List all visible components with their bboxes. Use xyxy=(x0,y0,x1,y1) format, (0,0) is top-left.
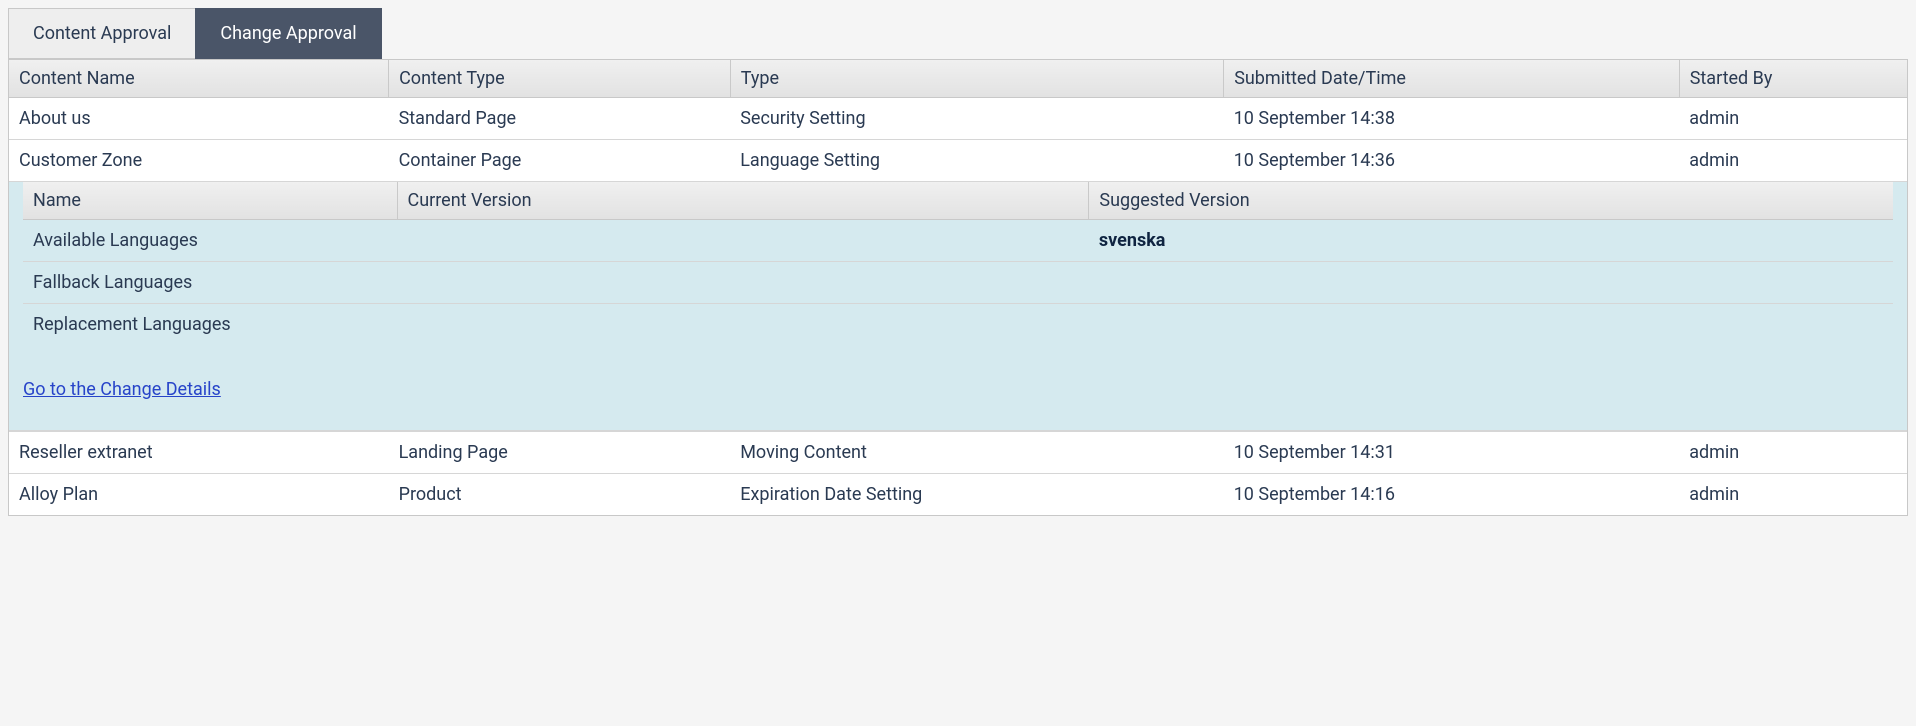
cell-content-type: Standard Page xyxy=(389,98,731,140)
detail-panel: Name Current Version Suggested Version A… xyxy=(9,182,1907,431)
detail-item-name: Replacement Languages xyxy=(23,304,397,352)
cell-content-type: Container Page xyxy=(389,140,731,182)
table-header-row: Content Name Content Type Type Submitted… xyxy=(9,60,1907,98)
detail-header-suggested: Suggested Version xyxy=(1089,182,1893,220)
cell-started-by: admin xyxy=(1679,98,1907,140)
header-type[interactable]: Type xyxy=(730,60,1223,98)
detail-header-name: Name xyxy=(23,182,397,220)
table-row[interactable]: Reseller extranet Landing Page Moving Co… xyxy=(9,432,1907,474)
suggested-value: svenska xyxy=(1099,230,1166,251)
table-row[interactable]: About us Standard Page Security Setting … xyxy=(9,98,1907,140)
detail-row: Name Current Version Suggested Version A… xyxy=(9,182,1907,432)
tab-bar: Content Approval Change Approval xyxy=(8,8,1908,59)
cell-type: Expiration Date Setting xyxy=(730,474,1223,516)
tab-content-approval[interactable]: Content Approval xyxy=(8,8,196,59)
header-submitted[interactable]: Submitted Date/Time xyxy=(1224,60,1680,98)
cell-content-name: Reseller extranet xyxy=(9,432,389,474)
approval-table: Content Name Content Type Type Submitted… xyxy=(9,60,1907,515)
cell-submitted: 10 September 14:16 xyxy=(1224,474,1680,516)
detail-header-row: Name Current Version Suggested Version xyxy=(23,182,1893,220)
cell-content-name: Alloy Plan xyxy=(9,474,389,516)
detail-item-suggested xyxy=(1089,262,1893,304)
detail-table: Name Current Version Suggested Version A… xyxy=(23,182,1893,351)
cell-started-by: admin xyxy=(1679,474,1907,516)
detail-item-suggested: svenska xyxy=(1089,220,1893,262)
detail-item-row: Replacement Languages xyxy=(23,304,1893,352)
table-row[interactable]: Customer Zone Container Page Language Se… xyxy=(9,140,1907,182)
tab-change-approval[interactable]: Change Approval xyxy=(195,8,381,59)
cell-content-type: Product xyxy=(389,474,731,516)
detail-item-name: Available Languages xyxy=(23,220,397,262)
detail-header-current: Current Version xyxy=(397,182,1089,220)
detail-item-current xyxy=(397,262,1089,304)
cell-submitted: 10 September 14:38 xyxy=(1224,98,1680,140)
approval-table-container: Content Name Content Type Type Submitted… xyxy=(8,59,1908,516)
cell-started-by: admin xyxy=(1679,432,1907,474)
header-started-by[interactable]: Started By xyxy=(1679,60,1907,98)
detail-item-row: Available Languages svenska xyxy=(23,220,1893,262)
cell-type: Security Setting xyxy=(730,98,1223,140)
cell-content-name: About us xyxy=(9,98,389,140)
detail-item-current xyxy=(397,220,1089,262)
detail-item-current xyxy=(397,304,1089,352)
cell-content-name: Customer Zone xyxy=(9,140,389,182)
detail-item-name: Fallback Languages xyxy=(23,262,397,304)
cell-submitted: 10 September 14:36 xyxy=(1224,140,1680,182)
header-content-type[interactable]: Content Type xyxy=(389,60,731,98)
cell-started-by: admin xyxy=(1679,140,1907,182)
cell-submitted: 10 September 14:31 xyxy=(1224,432,1680,474)
cell-type: Moving Content xyxy=(730,432,1223,474)
change-details-link[interactable]: Go to the Change Details xyxy=(23,379,221,400)
header-content-name[interactable]: Content Name xyxy=(9,60,389,98)
table-row[interactable]: Alloy Plan Product Expiration Date Setti… xyxy=(9,474,1907,516)
cell-type: Language Setting xyxy=(730,140,1223,182)
cell-content-type: Landing Page xyxy=(389,432,731,474)
detail-item-row: Fallback Languages xyxy=(23,262,1893,304)
detail-item-suggested xyxy=(1089,304,1893,352)
